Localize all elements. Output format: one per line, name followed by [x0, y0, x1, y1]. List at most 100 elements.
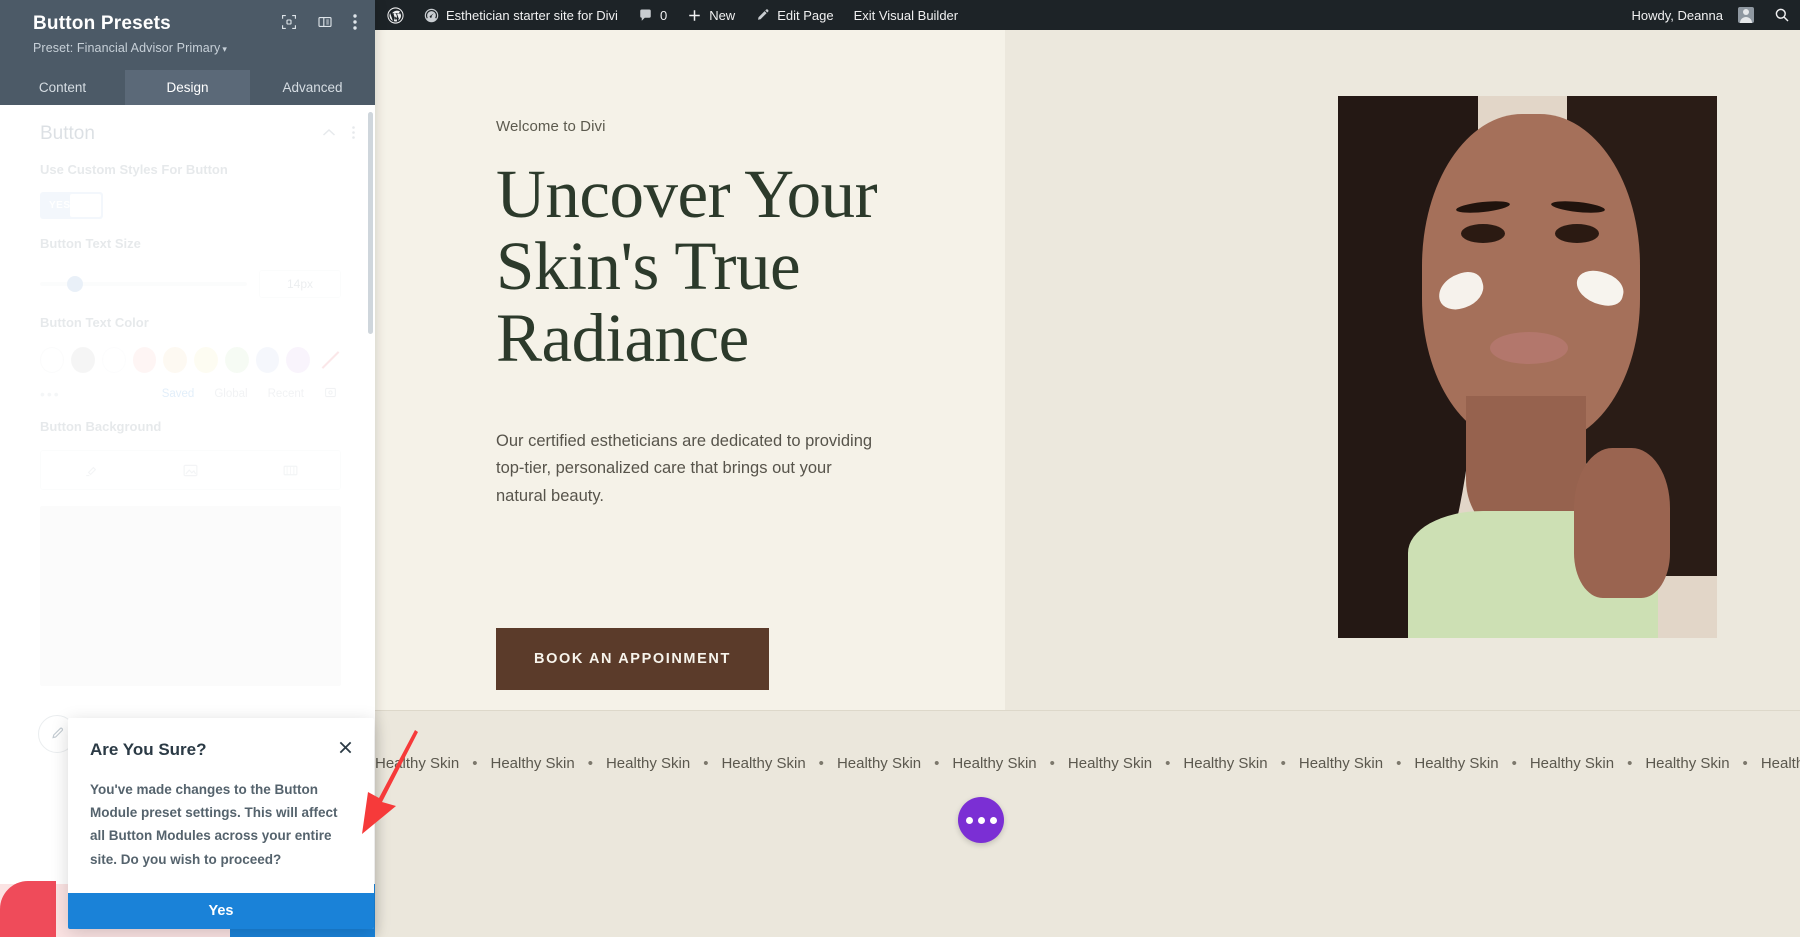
marquee-separator: • — [1268, 755, 1299, 772]
hero-portrait-image — [1338, 96, 1717, 638]
adminbar-item-comments[interactable]: 0 — [628, 0, 677, 30]
adminbar-item-howdy[interactable]: Howdy, Deanna — [1619, 0, 1764, 30]
field-button-background: Button Background — [0, 402, 375, 491]
panel-preset-label: Preset: Financial Advisor Primary — [33, 41, 220, 55]
field-label: Use Custom Styles For Button — [40, 161, 341, 180]
hero-image-column — [1005, 30, 1800, 710]
color-swatch[interactable] — [286, 347, 310, 373]
background-preview[interactable] — [40, 506, 341, 686]
color-swatch[interactable] — [71, 347, 95, 373]
color-swatch[interactable] — [256, 347, 280, 373]
hero-eyebrow: Welcome to Divi — [496, 118, 965, 135]
tab-advanced[interactable]: Advanced — [250, 70, 375, 105]
field-label: Button Text Color — [40, 314, 341, 333]
marquee-word: Healthy Skin — [1068, 755, 1152, 772]
marquee-separator: • — [806, 755, 837, 772]
marquee-separator: • — [690, 755, 721, 772]
kebab-menu-icon[interactable] — [352, 126, 355, 142]
adminbar-item-exit-visual-builder[interactable]: Exit Visual Builder — [844, 0, 969, 30]
website-preview: Welcome to Divi Uncover Your Skin's True… — [375, 30, 1800, 937]
adminbar-item-edit-page[interactable]: Edit Page — [745, 0, 843, 30]
field-label: Button Text Size — [40, 235, 341, 254]
marquee-word: Healthy Skin — [1761, 755, 1800, 772]
text-size-control: 14px — [40, 270, 341, 298]
marquee-word: Healthy Skin — [1183, 755, 1267, 772]
layout-columns-icon[interactable] — [317, 14, 333, 30]
focus-target-icon[interactable] — [281, 14, 297, 30]
marquee-text: Healthy Skin•Healthy Skin•Healthy Skin•H… — [375, 755, 1800, 772]
swatch-tab-global[interactable]: Global — [214, 388, 247, 400]
confirm-yes-button[interactable]: Yes — [68, 893, 374, 929]
color-swatch[interactable] — [225, 347, 249, 373]
color-swatch-row — [40, 347, 341, 373]
confirm-modal-title: Are You Sure? — [90, 740, 348, 760]
book-appointment-button[interactable]: BOOK AN APPOINMENT — [496, 628, 769, 690]
avatar — [1738, 7, 1754, 23]
adminbar-item-wordpress[interactable] — [375, 0, 414, 30]
panel-preset-selector[interactable]: Preset: Financial Advisor Primary▾ — [33, 41, 359, 55]
comment-icon — [638, 8, 653, 23]
eyedropper-icon[interactable] — [324, 386, 337, 402]
field-button-text-color: Button Text Color ••• — [0, 298, 375, 402]
color-swatch[interactable] — [163, 347, 187, 373]
text-size-input[interactable]: 14px — [259, 270, 341, 298]
hero-text-column: Welcome to Divi Uncover Your Skin's True… — [375, 30, 1005, 710]
panel-header-actions — [281, 14, 357, 30]
marquee-word: Healthy Skin — [1530, 755, 1614, 772]
more-options-icon[interactable]: ••• — [40, 386, 61, 402]
howdy-label: Howdy, Deanna — [1631, 8, 1723, 23]
marquee-separator: • — [1730, 755, 1761, 772]
adminbar-site-label: Esthetician starter site for Divi — [446, 8, 618, 23]
swatch-tab-saved[interactable]: Saved — [162, 388, 195, 400]
tab-content[interactable]: Content — [0, 70, 125, 105]
marquee-word: Healthy Skin — [837, 755, 921, 772]
pencil-icon — [755, 8, 770, 23]
custom-styles-toggle[interactable]: YES — [40, 192, 103, 219]
screen-root: Welcome to Divi Uncover Your Skin's True… — [0, 0, 1800, 937]
kebab-menu-icon[interactable] — [353, 14, 357, 30]
adminbar-exit-label: Exit Visual Builder — [854, 8, 959, 23]
adminbar-item-new[interactable]: New — [677, 0, 745, 30]
section-header-button[interactable]: Button — [0, 105, 375, 145]
hero-paragraph: Our certified estheticians are dedicated… — [496, 428, 886, 510]
confirm-modal: Are You Sure? You've made changes to the… — [68, 718, 374, 929]
dot-icon — [978, 817, 985, 824]
field-use-custom-styles: Use Custom Styles For Button YES — [0, 145, 375, 219]
confirm-modal-content: Are You Sure? You've made changes to the… — [68, 718, 374, 893]
more-options-fab[interactable] — [958, 797, 1004, 843]
section-title: Button — [40, 123, 95, 145]
marquee-word: Healthy Skin — [721, 755, 805, 772]
marquee-separator: • — [1499, 755, 1530, 772]
panel-tabs: Content Design Advanced — [0, 70, 375, 105]
color-swatch-none-icon[interactable] — [317, 347, 341, 373]
section-actions — [322, 126, 355, 142]
swatch-tab-recent[interactable]: Recent — [268, 388, 304, 400]
wordpress-admin-bar: Esthetician starter site for Divi 0 New … — [375, 0, 1800, 30]
color-swatch[interactable] — [102, 347, 126, 373]
background-tab-image[interactable] — [141, 451, 241, 489]
background-tab-color[interactable] — [41, 451, 141, 489]
panel-scrollbar[interactable] — [368, 112, 373, 334]
slider-knob[interactable] — [67, 276, 83, 292]
color-swatch[interactable] — [133, 347, 157, 373]
marquee-separator: • — [459, 755, 490, 772]
adminbar-item-site-name[interactable]: Esthetician starter site for Divi — [414, 0, 628, 30]
color-swatch-selected[interactable] — [40, 347, 64, 373]
cancel-round-button[interactable] — [0, 881, 56, 937]
tab-design[interactable]: Design — [125, 70, 250, 105]
marquee-separator: • — [1037, 755, 1068, 772]
dot-icon — [990, 817, 997, 824]
field-button-text-size: Button Text Size 14px — [0, 219, 375, 298]
background-tab-gradient[interactable] — [240, 451, 340, 489]
close-icon[interactable] — [336, 738, 354, 756]
adminbar-new-label: New — [709, 8, 735, 23]
adminbar-edit-page-label: Edit Page — [777, 8, 833, 23]
adminbar-item-search[interactable] — [1764, 0, 1800, 30]
hero-section: Welcome to Divi Uncover Your Skin's True… — [375, 30, 1800, 710]
marquee-word: Healthy Skin — [1299, 755, 1383, 772]
marquee-word: Healthy Skin — [490, 755, 574, 772]
text-size-slider[interactable] — [40, 282, 247, 286]
color-swatch[interactable] — [194, 347, 218, 373]
marquee-separator: • — [575, 755, 606, 772]
chevron-up-icon[interactable] — [322, 126, 336, 142]
